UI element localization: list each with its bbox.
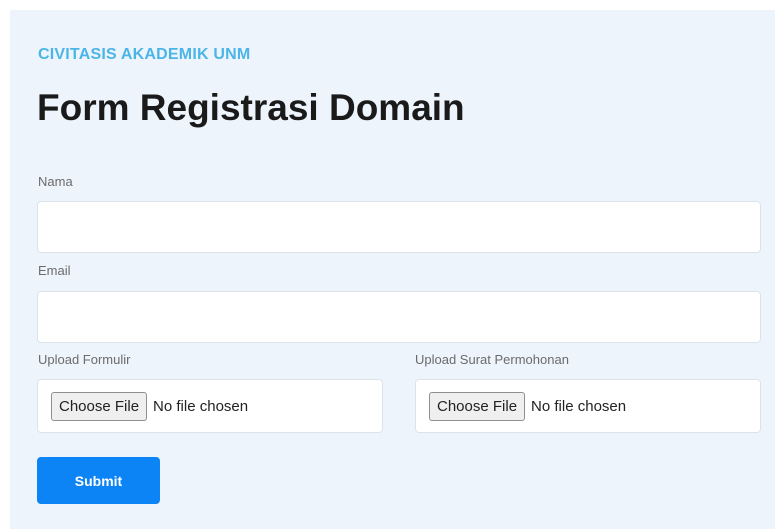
registration-card: CIVITASIS AKADEMIK UNM Form Registrasi D… — [10, 10, 775, 529]
choose-file-formulir-button[interactable]: Choose File — [51, 391, 148, 421]
submit-button[interactable]: Submit — [37, 457, 160, 504]
upload-formulir-field[interactable]: Choose File No file chosen — [37, 379, 383, 433]
choose-file-surat-button[interactable]: Choose File — [429, 391, 526, 421]
upload-surat-field[interactable]: Choose File No file chosen — [415, 379, 761, 433]
email-input[interactable] — [37, 291, 761, 343]
upload-formulir-label: Upload Formulir — [38, 352, 131, 367]
surat-file-status: No file chosen — [531, 397, 627, 415]
nama-label: Nama — [38, 174, 73, 189]
eyebrow-text: CIVITASIS AKADEMIK UNM — [38, 46, 251, 63]
nama-input[interactable] — [37, 201, 761, 253]
page-title: Form Registrasi Domain — [37, 87, 465, 128]
upload-surat-label: Upload Surat Permohonan — [415, 352, 569, 367]
email-label: Email — [38, 263, 71, 278]
formulir-file-status: No file chosen — [153, 397, 249, 415]
